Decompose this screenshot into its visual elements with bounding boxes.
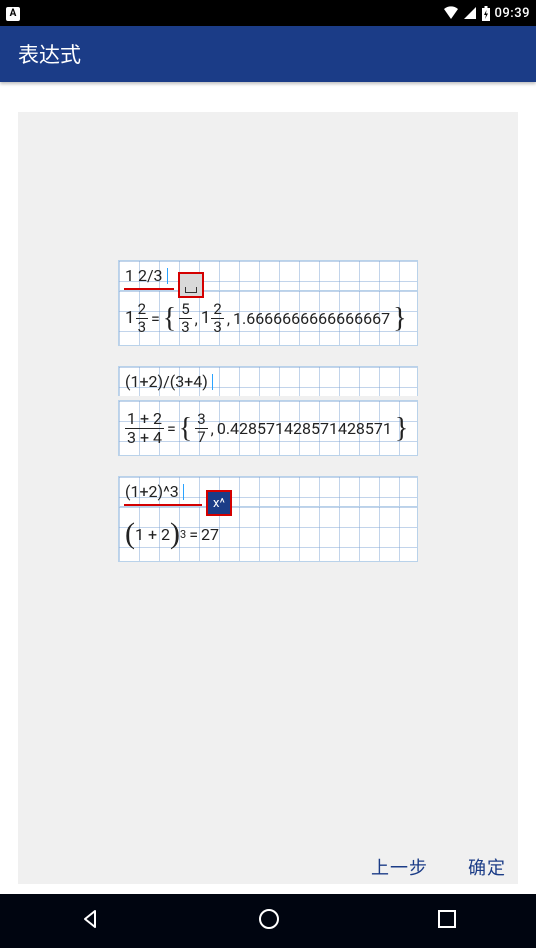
dialog-button-row: 上一步 确定 (371, 854, 506, 880)
back-icon[interactable] (78, 907, 102, 935)
wifi-icon (443, 6, 459, 20)
status-bar: A 09:39 (0, 0, 536, 26)
navigation-bar (0, 894, 536, 948)
result-value: 27 (201, 525, 219, 544)
example-3-output: (1 + 2)3 = 27 (118, 506, 418, 562)
home-icon[interactable] (257, 907, 281, 935)
page-title: 表达式 (18, 39, 81, 69)
example-3: (1+2)^3 x^ (1 + 2)3 = 27 (118, 476, 418, 562)
ime-indicator: A (6, 7, 20, 21)
input-text: (1+2)^3 (125, 482, 179, 501)
power-key-hint: x^ (206, 490, 232, 516)
input-text: 1 2/3 (125, 266, 163, 285)
fraction: 53 (179, 302, 191, 335)
example-2: (1+2)/(3+4) 1 + 23 + 4 = { 37 , 0.428571… (118, 366, 418, 456)
decimal-value: 1.6666666666666667 (233, 309, 390, 328)
input-text: (1+2)/(3+4) (125, 372, 208, 391)
examples-panel: 1 2/3 1 23 = { 53 , 123 , (18, 112, 518, 884)
big-fraction: 1 + 23 + 4 (125, 411, 164, 446)
example-1-input[interactable]: 1 2/3 (118, 260, 418, 290)
example-2-input[interactable]: (1+2)/(3+4) (118, 366, 418, 396)
app-bar: 表达式 (0, 26, 536, 82)
example-3-input[interactable]: (1+2)^3 (118, 476, 418, 506)
space-key-hint (178, 272, 204, 298)
example-2-output: 1 + 23 + 4 = { 37 , 0.428571428571428571… (118, 400, 418, 456)
content-area: 1 2/3 1 23 = { 53 , 123 , (0, 82, 536, 894)
decimal-value: 0.428571428571428571 (217, 419, 392, 438)
clock: 09:39 (495, 6, 530, 21)
battery-icon (481, 6, 491, 21)
signal-icon (463, 6, 477, 20)
fraction: 37 (195, 412, 207, 445)
paren-expression: (1 + 2)3 (125, 522, 186, 546)
example-1-output: 1 23 = { 53 , 123 , 1.6666666666666667 } (118, 290, 418, 346)
ok-button[interactable]: 确定 (468, 854, 506, 880)
example-1: 1 2/3 1 23 = { 53 , 123 , (118, 260, 418, 346)
mixed-fraction: 1 23 (125, 302, 148, 335)
prev-button[interactable]: 上一步 (371, 854, 428, 880)
recent-icon[interactable] (436, 908, 458, 934)
